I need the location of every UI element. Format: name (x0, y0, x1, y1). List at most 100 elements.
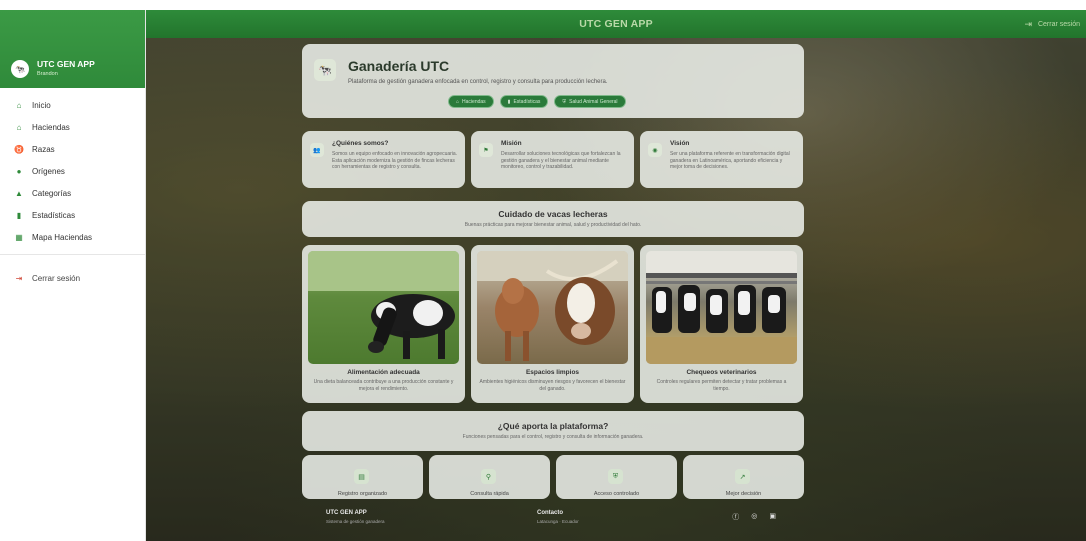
feature-card-consulta: ⚲ Consulta rápida (429, 455, 550, 499)
barn-cows-image (646, 251, 797, 364)
about-text: Somos un equipo enfocado en innovación a… (332, 151, 458, 170)
mission-card: ⚑ Misión Desarrollar soluciones tecnológ… (471, 131, 634, 188)
camera-icon[interactable]: ▣ (769, 512, 776, 522)
sidebar-item-label: Haciendas (32, 122, 70, 132)
sidebar-item-label: Estadísticas (32, 210, 76, 220)
footer-app-name: UTC GEN APP (326, 510, 367, 516)
care-text-clean: Ambientes higiénicos disminuyen riesgos … (479, 379, 626, 392)
salud-animal-button[interactable]: ⛨ Salud Animal General (554, 95, 626, 108)
app-title: UTC GEN APP (579, 18, 653, 30)
care-section-title: Cuidado de vacas lecheras (498, 209, 608, 219)
care-title-clean: Espacios limpios (525, 369, 580, 376)
facebook-icon[interactable]: ⓕ (732, 512, 739, 522)
footer-contact-location: Latacunga · Ecuador (537, 519, 579, 524)
topbar-logout-label: Cerrar sesión (1037, 21, 1080, 28)
care-text-feeding: Una dieta balanceada contribuye a una pr… (313, 379, 454, 392)
page-title: Ganadería UTC (348, 58, 450, 74)
sidebar-item-label: Razas (32, 144, 55, 154)
sidebar-item-estadisticas[interactable]: ▮ Estadísticas (0, 204, 145, 226)
logout-icon: ⇥ (1024, 19, 1032, 29)
sidebar-item-label: Categorías (32, 188, 72, 198)
cattle-image (477, 251, 628, 364)
sidebar-header: 🐄 UTC GEN APP Brandon (0, 10, 145, 88)
feature-label: Acceso controlado (593, 491, 640, 497)
sidebar-item-label: Inicio (32, 100, 51, 110)
sidebar-item-razas[interactable]: ♉ Razas (0, 138, 145, 160)
feature-card-decision: ↗ Mejor decisión (683, 455, 804, 499)
clipboard-icon: ▤ (354, 469, 369, 484)
care-title-vet: Chequeos veterinarios (686, 369, 757, 376)
avatar: 🐄 (11, 60, 29, 78)
sidebar-footer-nav: ⇥ Cerrar sesión (0, 261, 145, 289)
sidebar-item-mapa-haciendas[interactable]: ▦ Mapa Haciendas (0, 226, 145, 248)
about-card: 👥 ¿Quiénes somos? Somos un equipo enfoca… (302, 131, 465, 188)
trend-icon: ↗ (735, 469, 750, 484)
sidebar-user-name: Brandon (37, 71, 58, 77)
category-icon: ▲ (15, 188, 23, 198)
sidebar-item-label: Mapa Haciendas (32, 232, 93, 242)
sidebar-item-haciendas[interactable]: ⌂ Haciendas (0, 116, 145, 138)
sidebar-item-categorias[interactable]: ▲ Categorías (0, 182, 145, 204)
bar-chart-icon: ▮ (507, 98, 511, 105)
sidebar-item-inicio[interactable]: ⌂ Inicio (0, 94, 145, 116)
search-icon: ⚲ (481, 469, 496, 484)
sidebar-item-label: Orígenes (32, 166, 65, 176)
sidebar-item-origenes[interactable]: ● Orígenes (0, 160, 145, 182)
barn-icon: ⌂ (16, 122, 22, 132)
shield-icon: ⛨ (608, 469, 623, 484)
flag-icon: ⚑ (479, 143, 493, 157)
instagram-icon[interactable]: ◎ (751, 512, 757, 522)
features-section-title: ¿Qué aporta la plataforma? (497, 421, 609, 431)
cow-grazing-image (308, 251, 459, 364)
care-section-subtitle: Buenas prácticas para mejorar bienestar … (464, 222, 642, 228)
features-section-header: ¿Qué aporta la plataforma? Funciones pen… (302, 411, 804, 451)
cow-icon: ♉ (14, 144, 24, 154)
footer-contact-title: Contacto (537, 510, 563, 516)
top-app-bar: UTC GEN APP ⇥ Cerrar sesión (146, 10, 1086, 38)
topbar-logout-button[interactable]: ⇥ Cerrar sesión (1024, 19, 1080, 30)
hero-card: 🐄 Ganadería UTC Plataforma de gestión ga… (302, 44, 804, 118)
features-section-subtitle: Funciones pensadas para el control, regi… (462, 434, 644, 440)
care-title-feeding: Alimentación adecuada (347, 369, 420, 376)
barn-icon: ⌂ (456, 98, 460, 105)
feature-label: Registro organizado (337, 491, 388, 497)
about-title: ¿Quiénes somos? (332, 140, 389, 147)
cow-logo-icon: 🐄 (314, 59, 336, 81)
footer-app-subtitle: Sistema de gestión ganadera (326, 519, 385, 524)
content-column: 🐄 Ganadería UTC Plataforma de gestión ga… (302, 44, 804, 499)
location-pin-icon: ● (16, 166, 22, 176)
hero-buttons: ⌂ Haciendas ▮ Estadísticas ⛨ Salud Animal G… (448, 95, 626, 108)
social-links: ⓕ ◎ ▣ (732, 512, 776, 522)
info-row: 👥 ¿Quiénes somos? Somos un equipo enfoca… (302, 131, 804, 188)
mission-title: Misión (501, 140, 522, 147)
salud-animal-button-label: Salud Animal General (569, 98, 618, 105)
sidebar-logout-label: Cerrar sesión (32, 273, 81, 283)
estadisticas-button[interactable]: ▮ Estadísticas (499, 95, 549, 108)
vision-title: Visión (670, 140, 690, 147)
feature-card-registro: ▤ Registro organizado (302, 455, 423, 499)
feature-label: Mejor decisión (725, 491, 762, 497)
estadisticas-button-label: Estadísticas (513, 98, 541, 105)
main-content: 🐄 Ganadería UTC Plataforma de gestión ga… (146, 38, 1086, 541)
feature-cards: ▤ Registro organizado ⚲ Consulta rápida … (302, 455, 804, 499)
sidebar-app-name: UTC GEN APP (37, 59, 95, 69)
home-icon: ⌂ (16, 100, 22, 110)
page-footer: UTC GEN APP Sistema de gestión ganadera … (302, 500, 804, 534)
care-card-clean: Espacios limpios Ambientes higiénicos di… (471, 245, 634, 403)
care-cards: Alimentación adecuada Una dieta balancea… (302, 245, 804, 403)
vision-card: ◉ Visión Ser una plataforma referente en… (640, 131, 803, 188)
sidebar-logout-button[interactable]: ⇥ Cerrar sesión (0, 267, 145, 289)
feature-card-acceso: ⛨ Acceso controlado (556, 455, 677, 499)
map-icon: ▦ (15, 232, 23, 242)
bar-chart-icon: ▮ (16, 210, 22, 220)
sidebar: 🐄 UTC GEN APP Brandon ⌂ Inicio ⌂ Haciendas… (0, 10, 146, 541)
care-card-vet: Chequeos veterinarios Controles regulare… (640, 245, 803, 403)
care-card-feeding: Alimentación adecuada Una dieta balancea… (302, 245, 465, 403)
hero-subtitle: Plataforma de gestión ganadera enfocada … (348, 79, 608, 85)
shield-icon: ⛨ (562, 98, 567, 105)
care-text-vet: Controles regulares permiten detectar y … (656, 379, 787, 392)
feature-label: Consulta rápida (470, 491, 509, 497)
globe-icon: ◉ (648, 143, 662, 157)
sidebar-nav: ⌂ Inicio ⌂ Haciendas ♉ Razas ● Orígenes ▲ Cat… (0, 88, 145, 248)
haciendas-button[interactable]: ⌂ Haciendas (448, 95, 494, 108)
